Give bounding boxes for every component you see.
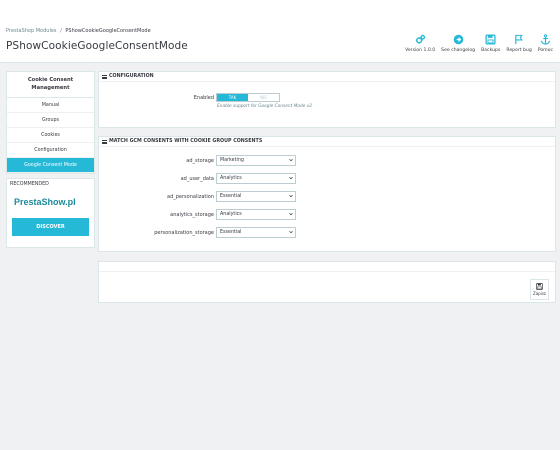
sidebar: Cookie Consent Management Manual Groups …: [6, 71, 95, 248]
save-label: Zapisz: [532, 291, 547, 296]
breadcrumb-current: PShowCookieGoogleConsentMode: [65, 28, 151, 34]
report-bug-label: Report bug: [506, 48, 532, 53]
enabled-label: Enabled: [193, 95, 214, 101]
ad-personalization-value: Essential: [220, 194, 242, 199]
report-bug-button[interactable]: Report bug: [503, 34, 534, 53]
match-consents-panel: MATCH GCM CONSENTS WITH COOKIE GROUP CON…: [98, 136, 556, 252]
ad-storage-label: ad_storage: [186, 158, 214, 164]
analytics-storage-select[interactable]: Analytics: [216, 209, 296, 220]
module-menu: Cookie Consent Management Manual Groups …: [6, 71, 95, 174]
backups-button[interactable]: Backups: [478, 34, 503, 53]
ad-storage-select[interactable]: Marketing: [216, 155, 296, 166]
version-label: Version 1.0.0: [405, 48, 436, 53]
chevron-down-icon: [289, 158, 293, 162]
gears-icon: [415, 34, 425, 44]
personalization-storage-label: personalization_storage: [154, 230, 214, 236]
switch-off[interactable]: NIE: [248, 94, 279, 101]
page-title: PShowCookieGoogleConsentMode: [6, 40, 188, 52]
sidebar-item-manual[interactable]: Manual: [7, 98, 94, 113]
chevron-down-icon: [289, 212, 293, 216]
save-icon: [536, 283, 543, 290]
save-icon: [485, 34, 496, 45]
ad-user-data-select[interactable]: Analytics: [216, 173, 296, 184]
configuration-heading-text: CONFIGURATION: [109, 73, 154, 79]
save-button[interactable]: Zapisz: [530, 279, 549, 300]
list-icon: [102, 74, 107, 79]
pomoc-label: Pomoc: [537, 48, 553, 53]
list-icon: [102, 139, 107, 144]
configuration-panel: CONFIGURATION Enabled TAK NIE Enable sup…: [98, 71, 556, 128]
chevron-down-icon: [289, 230, 293, 234]
sidebar-item-groups[interactable]: Groups: [7, 113, 94, 128]
breadcrumb-separator: /: [60, 28, 62, 34]
switch-on[interactable]: TAK: [217, 94, 248, 101]
footer-divider: [99, 262, 555, 272]
form-footer-panel: Zapisz: [98, 261, 556, 303]
match-heading-text: MATCH GCM CONSENTS WITH COOKIE GROUP CON…: [109, 138, 263, 144]
chevron-down-icon: [289, 176, 293, 180]
pomoc-button[interactable]: Pomoc: [535, 34, 556, 53]
version-button[interactable]: Version 1.0.0: [402, 34, 438, 53]
chevron-down-icon: [289, 194, 293, 198]
analytics-storage-value: Analytics: [220, 212, 242, 217]
see-changelog-label: See changelog: [441, 48, 476, 53]
sidebar-item-google-consent-mode[interactable]: Google Consent Mode: [7, 158, 94, 173]
ad-personalization-label: ad_personalization: [167, 194, 214, 200]
ad-personalization-select[interactable]: Essential: [216, 191, 296, 202]
enabled-help-text: Enable support for Google Consent Mode v…: [217, 104, 313, 109]
discover-button[interactable]: DISCOVER: [12, 218, 89, 236]
toolbar: Version 1.0.0 See changelog Backups Repo…: [402, 34, 556, 53]
match-heading: MATCH GCM CONSENTS WITH COOKIE GROUP CON…: [99, 137, 555, 147]
recommended-title: RECOMMENDED: [10, 182, 49, 187]
configuration-heading: CONFIGURATION: [99, 72, 555, 82]
page-header: PrestaShop Modules / PShowCookieGoogleCo…: [0, 0, 560, 63]
arrow-circle-icon: [453, 34, 463, 45]
analytics-storage-label: analytics_storage: [170, 212, 214, 218]
sidebar-item-configuration[interactable]: Configuration: [7, 143, 94, 158]
ad-user-data-value: Analytics: [220, 176, 242, 181]
backups-label: Backups: [481, 48, 501, 53]
personalization-storage-value: Essential: [220, 230, 242, 235]
flag-icon: [514, 34, 523, 45]
anchor-icon: [540, 34, 551, 45]
ad-user-data-label: ad_user_data: [180, 176, 214, 182]
menu-title: Cookie Consent Management: [7, 72, 94, 98]
ad-storage-value: Marketing: [220, 158, 244, 163]
breadcrumb: PrestaShop Modules / PShowCookieGoogleCo…: [6, 28, 151, 34]
prestashow-logo[interactable]: PrestaShow.pl: [14, 197, 76, 207]
see-changelog-button[interactable]: See changelog: [438, 34, 478, 53]
sidebar-item-cookies[interactable]: Cookies: [7, 128, 94, 143]
recommended-box: RECOMMENDED PrestaShow.pl DISCOVER: [6, 178, 95, 248]
breadcrumb-parent[interactable]: PrestaShop Modules: [6, 28, 57, 34]
personalization-storage-select[interactable]: Essential: [216, 227, 296, 238]
enabled-switch[interactable]: TAK NIE: [216, 93, 280, 102]
